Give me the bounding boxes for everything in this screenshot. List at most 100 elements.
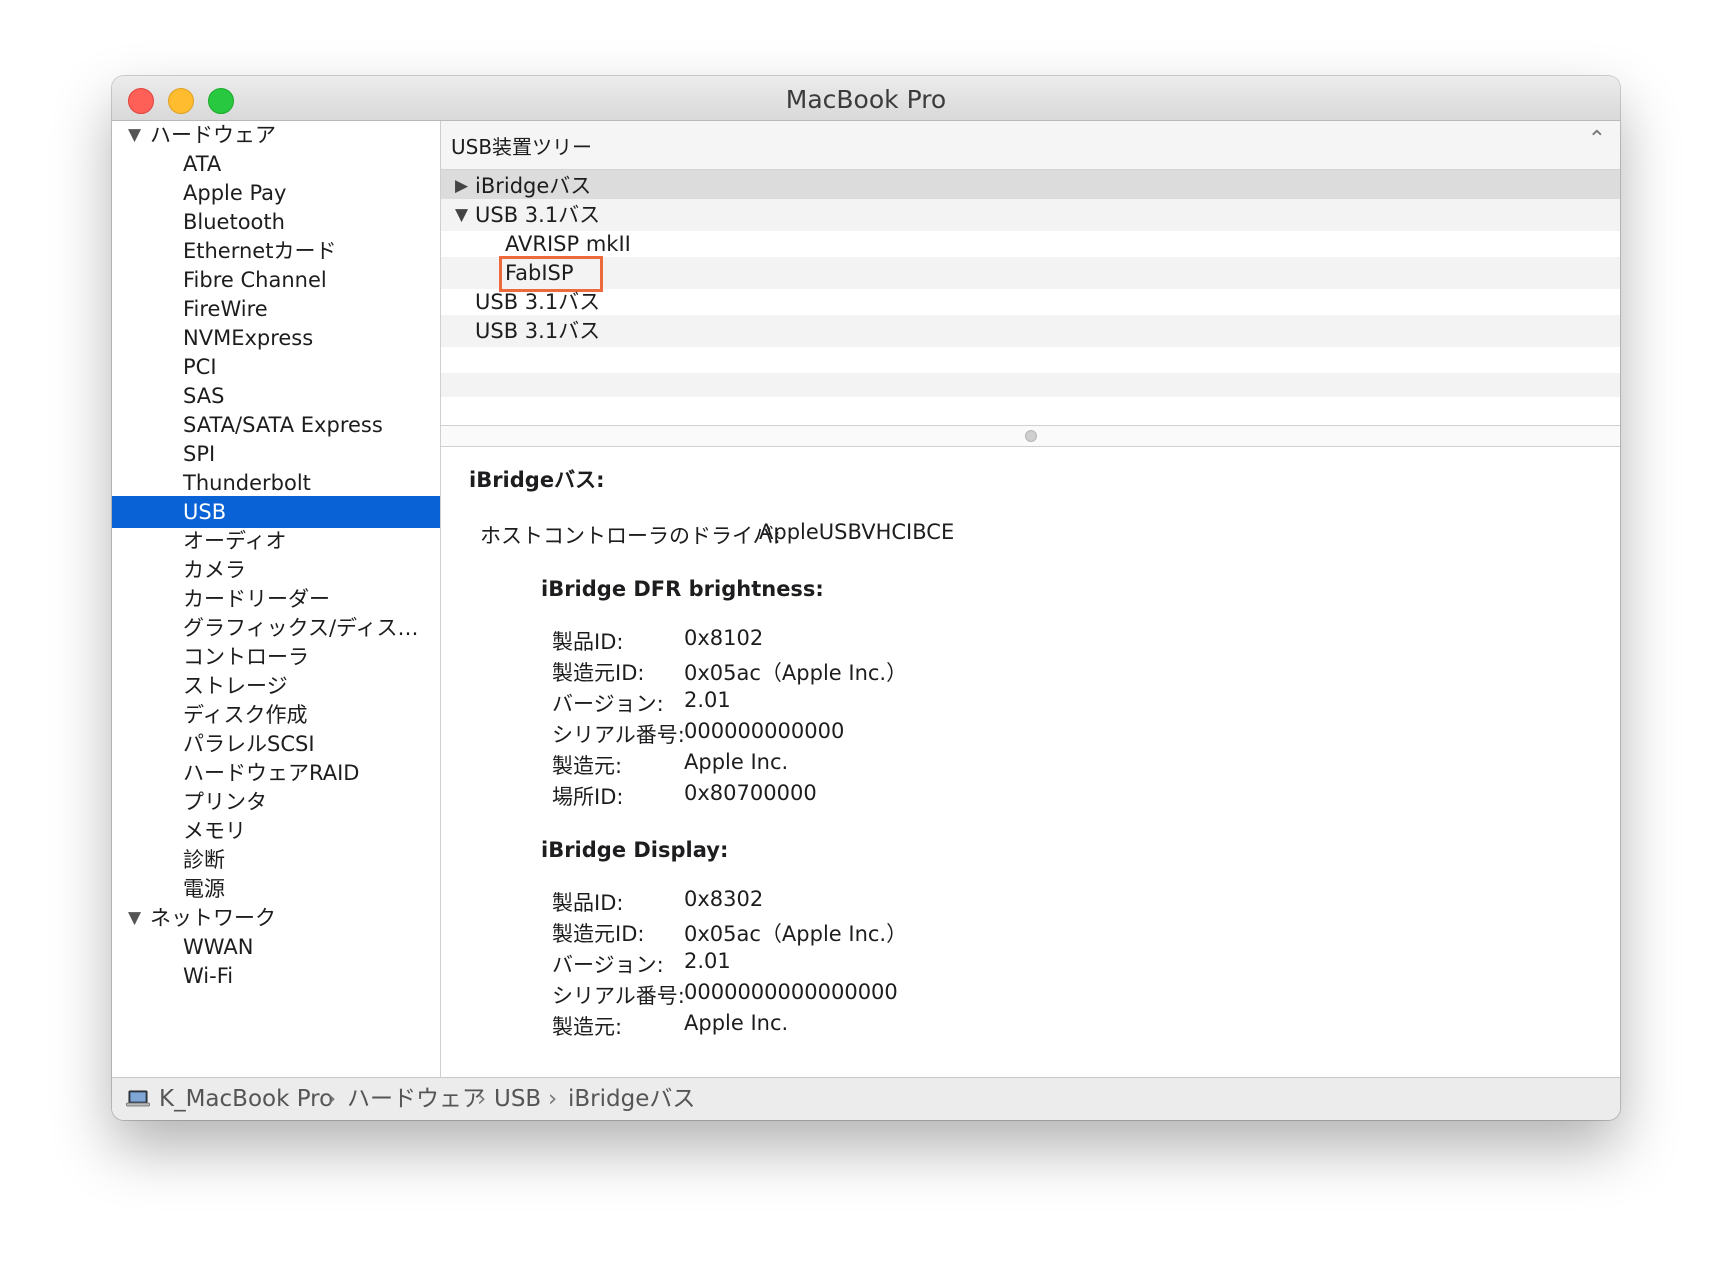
chevron-right-icon: ›	[477, 1086, 487, 1112]
sidebar-item-label: ディスク作成	[183, 703, 308, 727]
property-value: 0000000000000000	[684, 980, 898, 1004]
sidebar-item[interactable]: NVMExpress	[112, 322, 440, 354]
split-view-divider[interactable]	[441, 425, 1620, 447]
sidebar-item-label: オーディオ	[183, 529, 287, 553]
sidebar-item[interactable]: ディスク作成	[112, 699, 440, 731]
sidebar-item[interactable]: Thunderbolt	[112, 467, 440, 499]
tree-row[interactable]: USB 3.1バス	[441, 286, 1620, 318]
sidebar-item[interactable]: ハードウェアRAID	[112, 757, 440, 789]
sidebar-item-label: 電源	[183, 877, 225, 901]
sidebar-item[interactable]: SPI	[112, 438, 440, 470]
sidebar-item-label: ネットワーク	[150, 906, 276, 930]
sidebar-item[interactable]: SAS	[112, 380, 440, 412]
sidebar-item-label: ハードウェア	[150, 123, 276, 147]
tree-row[interactable]: FabISP	[441, 256, 1620, 292]
tree-header-label: USB装置ツリー	[451, 135, 593, 159]
property-value: 0x05ac（Apple Inc.）	[684, 661, 908, 685]
sidebar-item[interactable]: WWAN	[112, 931, 440, 963]
sidebar-item-label: グラフィックス/ディス…	[183, 616, 419, 640]
chevron-up-icon[interactable]: ⌃	[1588, 127, 1606, 152]
property-label: 製造元ID:	[552, 922, 645, 946]
sidebar-item-label: Bluetooth	[183, 210, 285, 234]
sidebar-item[interactable]: オーディオ	[112, 525, 440, 557]
breadcrumb-item[interactable]: iBridgeバス	[568, 1078, 695, 1120]
sidebar-item[interactable]: パラレルSCSI	[112, 728, 440, 760]
sidebar-item-label: Thunderbolt	[183, 471, 311, 495]
sidebar-item-label: Apple Pay	[183, 181, 287, 205]
sidebar-item[interactable]: Fibre Channel	[112, 264, 440, 296]
device-heading: iBridge DFR brightness:	[541, 577, 824, 601]
property-label: 製造元:	[552, 754, 623, 778]
tree-row[interactable]: ▶ iBridgeバス	[441, 170, 1620, 202]
sidebar-item-label: USB	[183, 500, 227, 524]
tree-row[interactable]: AVRISP mkII	[441, 228, 1620, 260]
app-window: MacBook Pro ▼ ハードウェア ATA Apple Pay Bluetooth…	[112, 76, 1620, 1120]
tree-row-empty	[441, 373, 1620, 397]
property-label: 製造元:	[552, 1015, 623, 1039]
sidebar-item-label: PCI	[183, 355, 217, 379]
sidebar-item-label: WWAN	[183, 935, 254, 959]
sidebar-item[interactable]: 診断	[112, 844, 440, 876]
property-label: バージョン:	[552, 953, 664, 977]
sidebar-item-label: FireWire	[183, 297, 268, 321]
property-value: 0x05ac（Apple Inc.）	[684, 922, 908, 946]
disclosure-triangle-icon[interactable]: ▶	[455, 170, 468, 202]
property-label: バージョン:	[552, 692, 664, 716]
sidebar-item-label: ATA	[183, 152, 222, 176]
chevron-right-icon: ›	[548, 1086, 558, 1112]
breadcrumb-item[interactable]: ハードウェア	[347, 1078, 485, 1120]
property-value: Apple Inc.	[684, 1011, 789, 1035]
sidebar-item[interactable]: カメラ	[112, 554, 440, 586]
sidebar-item-label: NVMExpress	[183, 326, 314, 350]
breadcrumb-item[interactable]: USB	[494, 1078, 541, 1120]
breadcrumb-item[interactable]: K_MacBook Pro	[159, 1078, 333, 1120]
tree-row[interactable]: USB 3.1バス	[441, 315, 1620, 347]
sidebar-item-label: カードリーダー	[183, 587, 330, 611]
disclosure-triangle-icon[interactable]: ▼	[455, 199, 468, 231]
sidebar-item-label: カメラ	[183, 558, 246, 582]
property-value: 0x8102	[684, 626, 764, 650]
sidebar-item[interactable]: グラフィックス/ディス…	[112, 612, 440, 644]
sidebar-item[interactable]: カードリーダー	[112, 583, 440, 615]
tree-row-label: USB 3.1バス	[475, 290, 601, 314]
sidebar-item-label: メモリ	[183, 819, 246, 843]
sidebar-item[interactable]: Bluetooth	[112, 206, 440, 238]
sidebar-item[interactable]: SATA/SATA Express	[112, 409, 440, 441]
sidebar-item-label: パラレルSCSI	[183, 732, 315, 756]
property-label: 場所ID:	[552, 785, 624, 809]
sidebar-item-label: ストレージ	[183, 674, 288, 698]
sidebar-category[interactable]: ▼ ハードウェア	[112, 121, 440, 151]
property-label: 製品ID:	[552, 891, 624, 915]
tree-header[interactable]: USB装置ツリー ⌃	[441, 121, 1620, 170]
splitter-handle[interactable]	[1025, 430, 1037, 442]
property-value: 0x80700000	[684, 781, 817, 805]
sidebar-item[interactable]: メモリ	[112, 815, 440, 847]
sidebar-item[interactable]: USB	[112, 496, 440, 528]
property-value: 2.01	[684, 688, 731, 712]
sidebar-item[interactable]: Apple Pay	[112, 177, 440, 209]
laptop-icon	[126, 1090, 150, 1107]
property-label: シリアル番号:	[552, 984, 685, 1008]
tree-row-label: USB 3.1バス	[475, 203, 601, 227]
sidebar-item[interactable]: Wi-Fi	[112, 960, 440, 992]
disclosure-triangle-icon[interactable]: ▼	[128, 121, 141, 151]
sidebar-item[interactable]: コントローラ	[112, 641, 440, 673]
sidebar-category[interactable]: ▼ ネットワーク	[112, 902, 440, 934]
sidebar-item-label: Ethernetカード	[183, 239, 337, 263]
disclosure-triangle-icon[interactable]: ▼	[128, 902, 141, 934]
sidebar-item[interactable]: ATA	[112, 148, 440, 180]
sidebar-item[interactable]: FireWire	[112, 293, 440, 325]
sidebar-item[interactable]: ストレージ	[112, 670, 440, 702]
sidebar-item-label: コントローラ	[183, 645, 309, 669]
sidebar-item-label: 診断	[183, 848, 225, 872]
sidebar-item[interactable]: Ethernetカード	[112, 235, 440, 267]
sidebar-item[interactable]: プリンタ	[112, 786, 440, 818]
sidebar-item[interactable]: PCI	[112, 351, 440, 383]
tree-row[interactable]: ▼ USB 3.1バス	[441, 199, 1620, 231]
property-value: 2.01	[684, 949, 731, 973]
sidebar-item[interactable]: 電源	[112, 873, 440, 905]
sidebar-item-label: プリンタ	[183, 790, 267, 814]
property-value: 0x8302	[684, 887, 764, 911]
title-bar: MacBook Pro	[112, 76, 1620, 121]
sidebar[interactable]: ▼ ハードウェア ATA Apple Pay Bluetooth Ethernetカード F…	[112, 121, 441, 1077]
